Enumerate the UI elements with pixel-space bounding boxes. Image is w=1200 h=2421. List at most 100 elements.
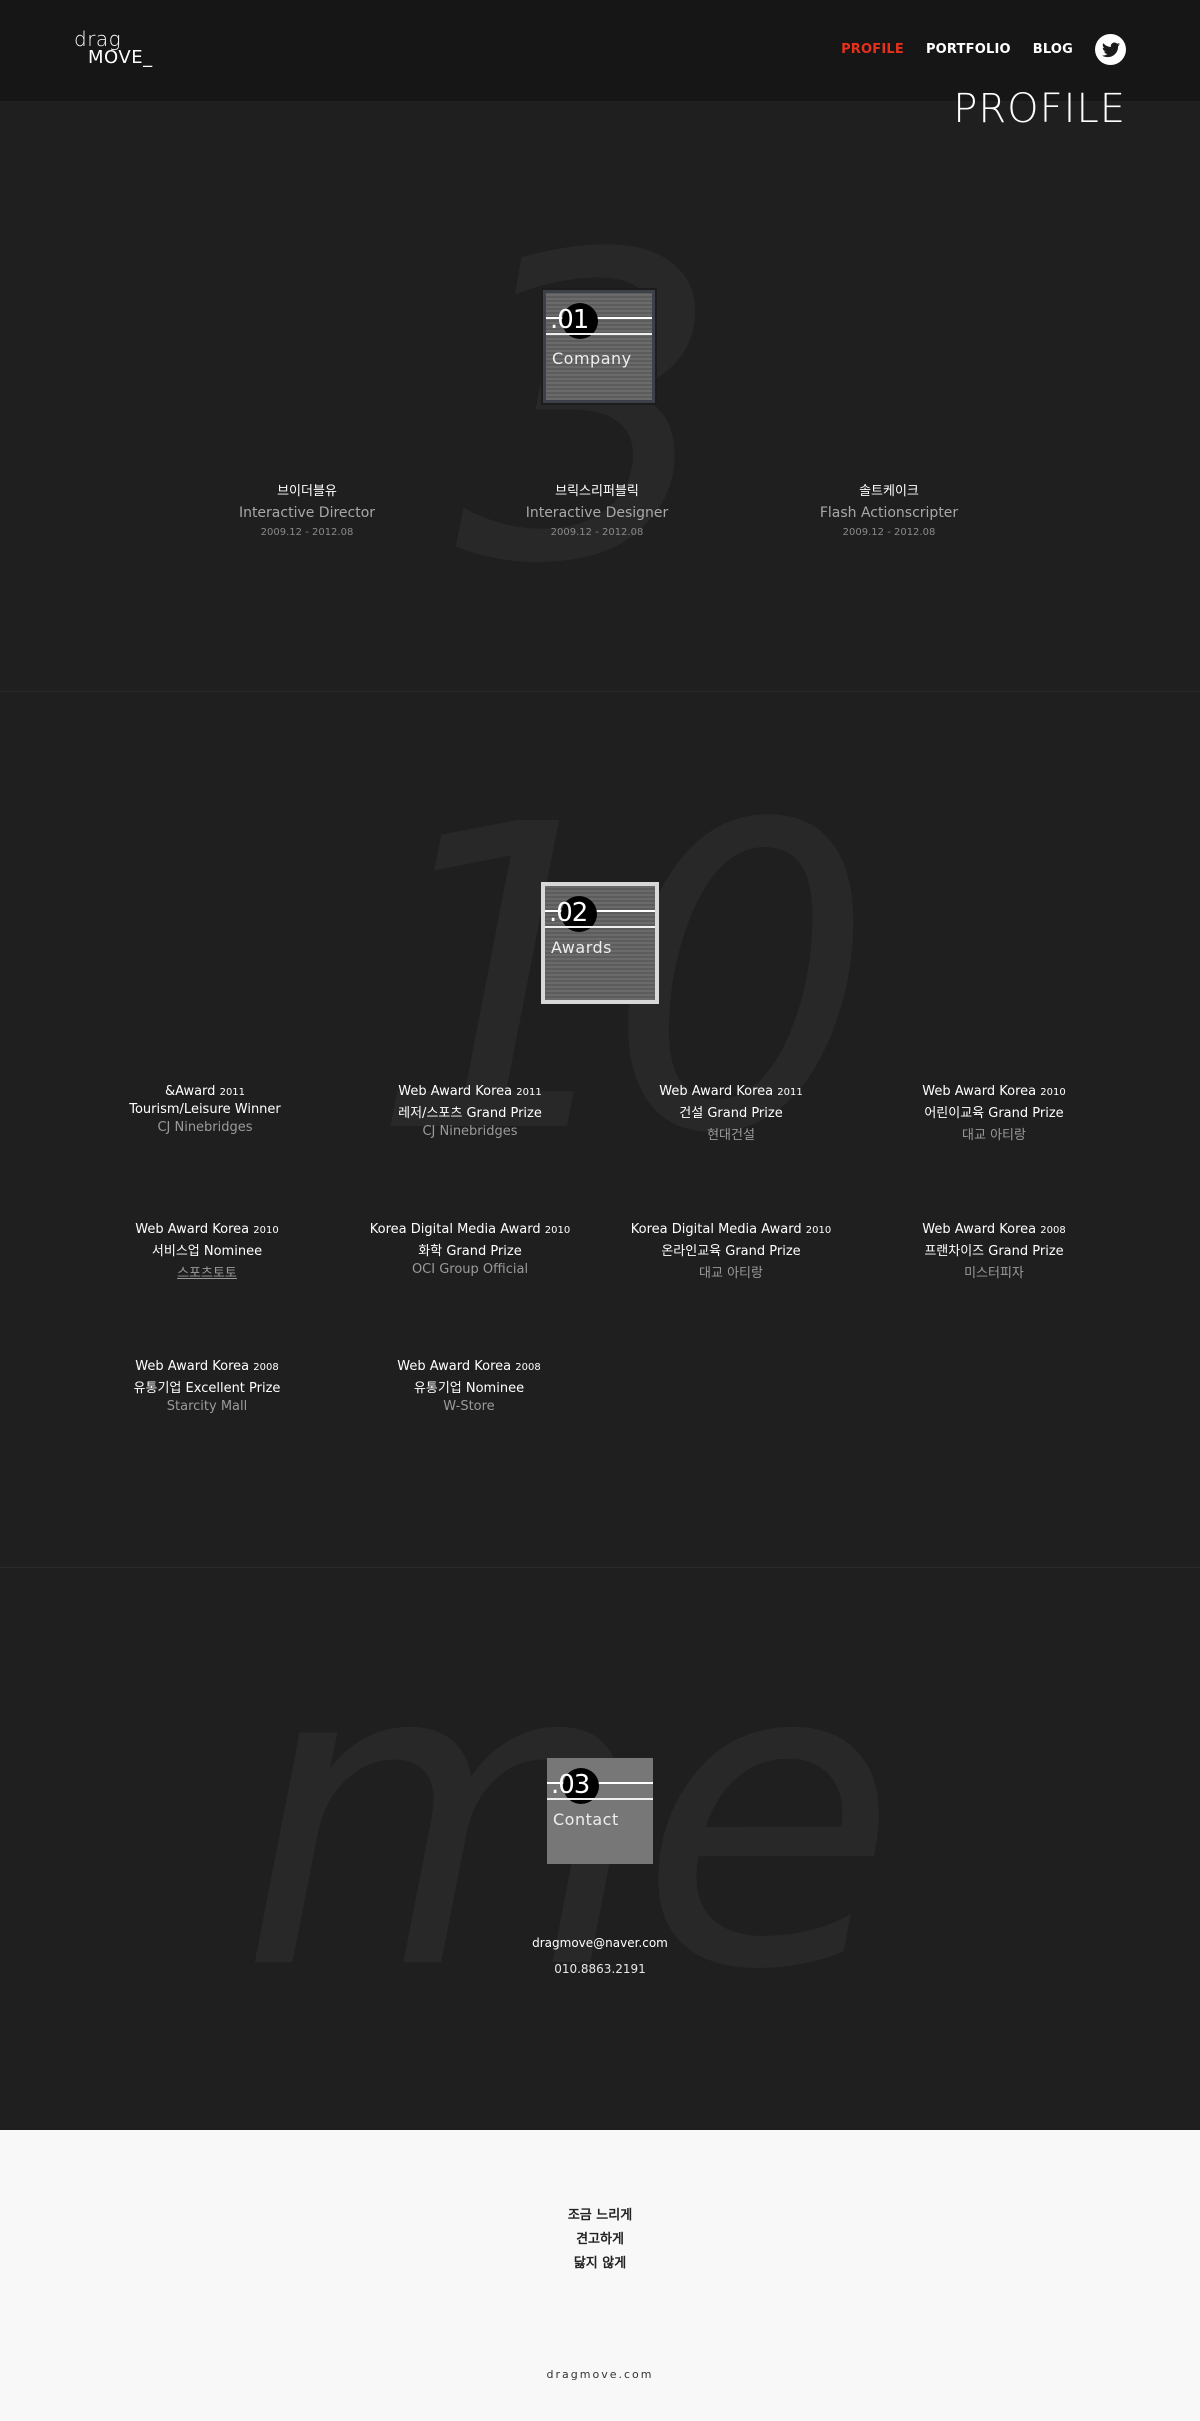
company-period: 2009.12 - 2012.08: [842, 527, 936, 538]
contact-section: me .03 Contact dragmove@naver.com 010.88…: [0, 1568, 1200, 2130]
badge-label: Awards: [551, 938, 612, 957]
award-year: 2011: [219, 1087, 246, 1098]
award-name: Web Award Korea: [135, 1359, 250, 1374]
award-year: 2008: [1040, 1225, 1066, 1236]
award-name: Korea Digital Media Award: [630, 1222, 802, 1237]
award-year: 2011: [516, 1087, 542, 1098]
slogan-line: 닳지 않게: [573, 2256, 627, 2271]
nav-profile[interactable]: PROFILE: [841, 42, 904, 57]
award-item: Web Award Korea 2011 레저/스포츠 Grand Prize …: [355, 1084, 585, 1139]
company-role: Interactive Designer: [525, 505, 669, 521]
company-item: 브릭스리퍼블릭 Interactive Designer 2009.12 - 2…: [497, 480, 697, 538]
award-name: Web Award Korea: [922, 1222, 1037, 1237]
award-title: Web Award Korea 2010: [92, 1222, 322, 1237]
award-title: Web Award Korea 2010: [879, 1084, 1109, 1099]
badge-number: .01: [550, 305, 589, 335]
award-title: Korea Digital Media Award 2010: [616, 1222, 846, 1237]
awards-badge: .02 Awards: [541, 882, 659, 1004]
award-title: Web Award Korea 2011: [616, 1084, 846, 1099]
badge-label: Contact: [553, 1810, 619, 1829]
award-title: Web Award Korea 2008: [92, 1359, 322, 1374]
badge-number: .03: [551, 1770, 590, 1800]
badge-number: .02: [549, 898, 588, 928]
award-client: W-Store: [443, 1399, 495, 1414]
award-item: Korea Digital Media Award 2010 화학 Grand …: [355, 1222, 585, 1277]
contact-email[interactable]: dragmove@naver.com: [450, 1936, 750, 1950]
company-role: Interactive Director: [238, 505, 376, 521]
company-period: 2009.12 - 2012.08: [260, 527, 354, 538]
award-year: 2010: [253, 1225, 279, 1236]
award-client: OCI Group Official: [411, 1262, 529, 1277]
award-client: CJ Ninebridges: [157, 1120, 253, 1135]
contact-info: dragmove@naver.com 010.8863.2191: [450, 1936, 750, 1976]
contact-phone: 010.8863.2191: [554, 1962, 646, 1976]
footer-site-link[interactable]: dragmove.com: [0, 2368, 1200, 2381]
award-client: 스포츠토토: [177, 1266, 237, 1281]
award-prize: 화학 Grand Prize: [418, 1244, 522, 1259]
company-name: 브이더블유: [277, 484, 337, 499]
award-item: &Award 2011 Tourism/Leisure Winner CJ Ni…: [90, 1084, 320, 1135]
award-item: Web Award Korea 2011 건설 Grand Prize 현대건설: [616, 1084, 846, 1143]
site-footer: 조금 느리게 견고하게 닳지 않게 dragmove.com: [0, 2130, 1200, 2421]
award-prize: 레저/스포츠 Grand Prize: [398, 1106, 542, 1121]
award-year: 2008: [253, 1362, 279, 1373]
award-title: &Award 2011: [90, 1084, 320, 1099]
award-year: 2010: [544, 1225, 571, 1236]
award-item: Web Award Korea 2010 어린이교육 Grand Prize 대…: [879, 1084, 1109, 1143]
award-item: Korea Digital Media Award 2010 온라인교육 Gra…: [616, 1222, 846, 1281]
company-bg-glyph: 3: [455, 167, 723, 656]
award-prize: 유통기업 Nominee: [413, 1381, 525, 1396]
award-item: Web Award Korea 2008 유통기업 Nominee W-Stor…: [354, 1359, 584, 1414]
award-name: Web Award Korea: [135, 1222, 250, 1237]
award-prize: Tourism/Leisure Winner: [129, 1102, 281, 1117]
company-name: 솔트케이크: [859, 484, 919, 499]
award-prize: 건설 Grand Prize: [679, 1106, 783, 1121]
award-name: Korea Digital Media Award: [369, 1222, 541, 1237]
award-name: Web Award Korea: [922, 1084, 1037, 1099]
slogan-line: 견고하게: [576, 2232, 624, 2247]
nav-blog[interactable]: BLOG: [1033, 42, 1073, 57]
award-item: Web Award Korea 2008 유통기업 Excellent Priz…: [92, 1359, 322, 1414]
main-nav: PROFILE PORTFOLIO BLOG: [819, 34, 1126, 65]
award-client: 미스터피자: [964, 1266, 1024, 1281]
twitter-bird-icon: [1101, 42, 1120, 57]
footer-slogan: 조금 느리게 견고하게 닳지 않게: [0, 2204, 1200, 2276]
award-prize: 유통기업 Excellent Prize: [133, 1381, 281, 1396]
company-section: 3 .01 Company 브이더블유 Interactive Director…: [0, 102, 1200, 692]
award-item: Web Award Korea 2010 서비스업 Nominee 스포츠토토: [92, 1222, 322, 1281]
award-year: 2008: [515, 1362, 541, 1373]
badge-label: Company: [552, 349, 632, 368]
award-prize: 어린이교육 Grand Prize: [924, 1106, 1064, 1121]
twitter-icon[interactable]: [1095, 34, 1126, 65]
company-role: Flash Actionscripter: [819, 505, 959, 521]
logo-line2: MOVE_: [88, 47, 153, 68]
contact-badge: .03 Contact: [547, 1758, 653, 1864]
award-name: Web Award Korea: [398, 1084, 513, 1099]
awards-section: 10 .02 Awards &Award 2011 Tourism/Leisur…: [0, 692, 1200, 1568]
slogan-line: 조금 느리게: [567, 2208, 633, 2223]
award-prize: 서비스업 Nominee: [151, 1244, 263, 1259]
award-year: 2010: [1040, 1087, 1066, 1098]
award-name: &Award: [164, 1084, 216, 1099]
logo[interactable]: drag MOVE_: [74, 29, 153, 68]
nav-portfolio[interactable]: PORTFOLIO: [926, 42, 1011, 57]
award-prize: 프랜차이즈 Grand Prize: [924, 1244, 1064, 1259]
award-prize: 온라인교육 Grand Prize: [661, 1244, 801, 1259]
award-title: Web Award Korea 2011: [355, 1084, 585, 1099]
award-year: 2011: [777, 1087, 803, 1098]
award-title: Web Award Korea 2008: [879, 1222, 1109, 1237]
company-item: 솔트케이크 Flash Actionscripter 2009.12 - 201…: [789, 480, 989, 538]
award-title: Web Award Korea 2008: [354, 1359, 584, 1374]
award-client: 대교 아티랑: [699, 1266, 763, 1281]
award-name: Web Award Korea: [659, 1084, 774, 1099]
page-title: PROFILE: [953, 86, 1126, 132]
award-client: 대교 아티랑: [962, 1128, 1026, 1143]
award-name: Web Award Korea: [397, 1359, 512, 1374]
company-item: 브이더블유 Interactive Director 2009.12 - 201…: [207, 480, 407, 538]
award-item: Web Award Korea 2008 프랜차이즈 Grand Prize 미…: [879, 1222, 1109, 1281]
award-client: CJ Ninebridges: [422, 1124, 518, 1139]
award-client: 현대건설: [707, 1128, 755, 1143]
company-name: 브릭스리퍼블릭: [555, 484, 639, 499]
award-year: 2010: [805, 1225, 832, 1236]
company-period: 2009.12 - 2012.08: [550, 527, 644, 538]
